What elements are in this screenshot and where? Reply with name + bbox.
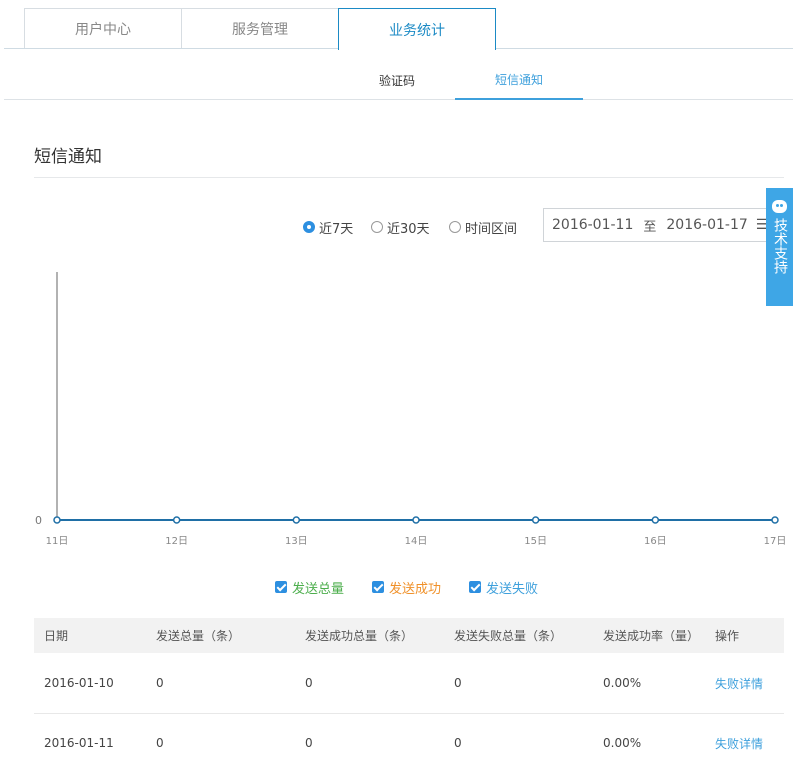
date-range-input[interactable]: 2016-01-11 至 2016-01-17 ☰ xyxy=(543,208,793,242)
table-cell: 0 xyxy=(305,676,313,690)
tab-user-center[interactable]: 用户中心 xyxy=(24,8,182,48)
column-header: 日期 xyxy=(44,629,69,643)
fail-details-link[interactable]: 失败详情 xyxy=(715,713,763,773)
legend-item-failed[interactable]: 发送失败 xyxy=(469,578,539,597)
fail-details-link[interactable]: 失败详情 xyxy=(715,653,763,713)
title-divider xyxy=(34,177,784,178)
radio-unchecked-icon xyxy=(371,221,383,233)
date-separator: 至 xyxy=(643,219,657,235)
checkbox-checked-icon xyxy=(469,581,481,593)
data-point xyxy=(771,516,779,524)
end-date: 2016-01-17 xyxy=(666,217,748,233)
table-cell: 0 xyxy=(156,736,164,750)
range-label: 时间区间 xyxy=(465,221,518,237)
page-title: 短信通知 xyxy=(34,147,102,167)
robot-face-icon xyxy=(772,200,787,213)
tab-service-management[interactable]: 服务管理 xyxy=(181,8,339,48)
radio-unchecked-icon xyxy=(449,221,461,233)
checkbox-checked-icon xyxy=(275,581,287,593)
data-point xyxy=(172,516,181,524)
row-divider xyxy=(34,713,784,714)
table-cell: 0 xyxy=(454,736,462,750)
column-header: 操作 xyxy=(715,629,740,643)
subtab-verification-code[interactable]: 验证码 xyxy=(338,60,456,100)
checkbox-checked-icon xyxy=(372,581,384,593)
legend-label: 发送失败 xyxy=(486,581,539,597)
x-tick-label: 14日 xyxy=(405,536,428,547)
table-cell: 0 xyxy=(156,676,164,690)
data-point xyxy=(53,516,61,524)
data-point xyxy=(651,516,660,524)
data-point xyxy=(292,516,301,524)
x-tick-label: 16日 xyxy=(644,536,667,547)
table-cell: 2016-01-10 xyxy=(44,676,114,690)
sms-line-chart: 0 11日 12日 13日 14日 15日 16日 17日 xyxy=(35,272,787,547)
x-tick-label: 15日 xyxy=(524,536,547,547)
x-tick-label: 13日 xyxy=(285,536,308,547)
range-label: 近30天 xyxy=(387,221,430,237)
x-tick-label: 11日 xyxy=(46,536,69,547)
table-cell: 0 xyxy=(454,676,462,690)
range-radio-7days[interactable]: 近7天 xyxy=(303,217,353,237)
legend-label: 发送成功 xyxy=(389,581,442,597)
range-label: 近7天 xyxy=(319,221,354,237)
column-header: 发送成功率（量） xyxy=(603,629,700,643)
range-radio-30days[interactable]: 近30天 xyxy=(371,217,430,237)
column-header: 发送总量（条） xyxy=(156,629,241,643)
data-point xyxy=(531,516,540,524)
y-tick-label: 0 xyxy=(35,514,42,527)
start-date: 2016-01-11 xyxy=(552,217,634,233)
legend-item-total[interactable]: 发送总量 xyxy=(275,578,345,597)
legend-label: 发送总量 xyxy=(292,581,345,597)
x-tick-label: 12日 xyxy=(165,536,188,547)
table-cell: 0.00% xyxy=(603,676,642,690)
column-header: 发送失败总量（条） xyxy=(454,629,563,643)
table-cell: 0.00% xyxy=(603,736,642,750)
legend-item-success[interactable]: 发送成功 xyxy=(372,578,442,597)
subtab-sms-notification[interactable]: 短信通知 xyxy=(455,60,583,100)
table-cell: 0 xyxy=(305,736,313,750)
radio-checked-icon xyxy=(303,221,315,233)
range-radio-custom[interactable]: 时间区间 xyxy=(449,217,517,237)
column-header: 发送成功总量（条） xyxy=(305,629,414,643)
x-tick-label: 17日 xyxy=(764,536,787,547)
table-cell: 2016-01-11 xyxy=(44,736,114,750)
data-point xyxy=(412,516,420,524)
tab-business-statistics[interactable]: 业务统计 xyxy=(338,8,496,50)
